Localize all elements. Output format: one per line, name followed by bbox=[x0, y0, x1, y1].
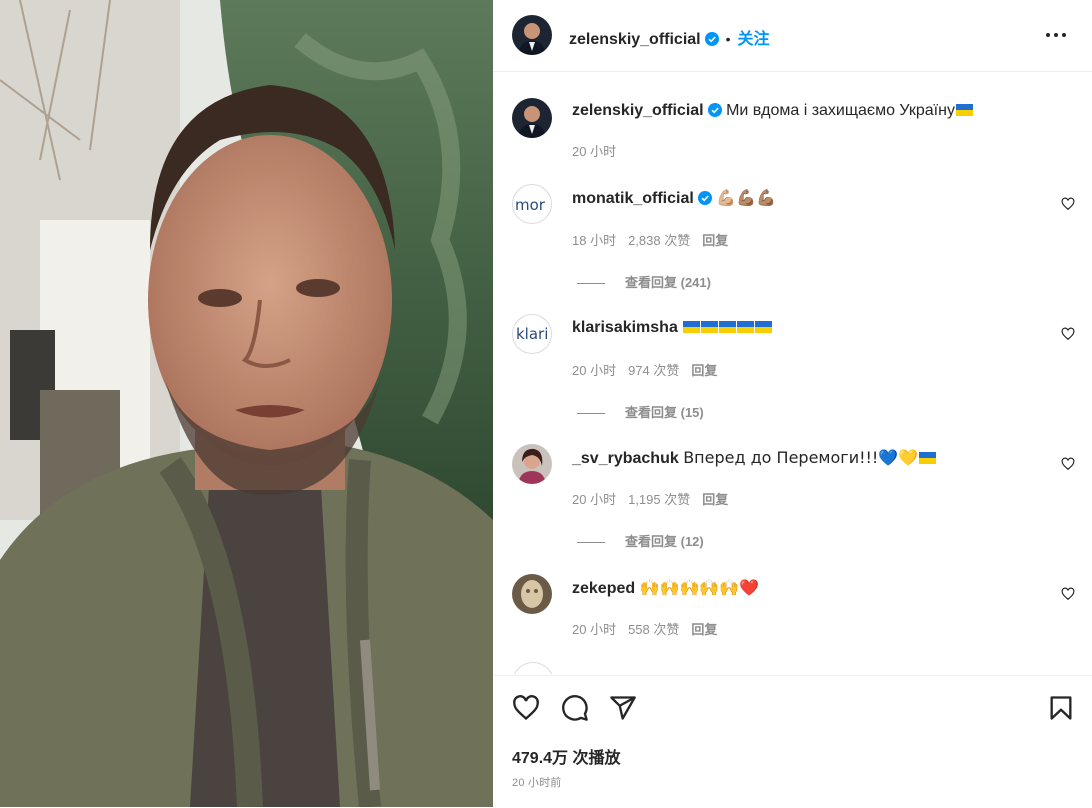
comments-section[interactable]: zelenskiy_official Ми вдома і захищаємо … bbox=[493, 72, 1092, 674]
author-avatar[interactable] bbox=[512, 15, 552, 55]
comment-likes[interactable]: 1,195 次赞 bbox=[628, 492, 690, 507]
verified-badge-icon bbox=[697, 191, 712, 205]
author-username[interactable]: zelenskiy_official bbox=[569, 31, 701, 48]
caption-time: 20 小时 bbox=[572, 144, 617, 159]
share-send-icon[interactable] bbox=[609, 694, 637, 722]
view-replies-button[interactable]: 查看回复 (241) bbox=[577, 272, 711, 291]
comment-likes[interactable]: 2,838 次赞 bbox=[628, 233, 690, 248]
commenter-username[interactable]: zekeped bbox=[572, 580, 635, 597]
commenter-username[interactable]: klarisakimsha bbox=[572, 319, 678, 336]
ukraine-flag-icon bbox=[755, 321, 773, 333]
separator-dot: • bbox=[725, 31, 731, 47]
like-comment-heart-icon[interactable] bbox=[1061, 327, 1075, 341]
reply-button[interactable]: 回复 bbox=[691, 363, 717, 378]
play-count[interactable]: 479.4万 次播放 bbox=[512, 744, 621, 768]
save-bookmark-icon[interactable] bbox=[1047, 694, 1075, 722]
ukraine-flag-icon bbox=[701, 321, 719, 333]
ukraine-flag-icon bbox=[955, 104, 973, 116]
comment-time: 20 小时 bbox=[572, 363, 617, 378]
commenter-avatar[interactable]: mor bbox=[512, 184, 552, 224]
caption-username[interactable]: zelenskiy_official bbox=[572, 102, 704, 119]
caption-text: Ми вдома і захищаємо Україну bbox=[726, 102, 955, 119]
reply-button[interactable]: 回复 bbox=[691, 622, 717, 637]
post-header: zelenskiy_official • 关注 bbox=[493, 0, 1092, 72]
commenter-avatar[interactable] bbox=[512, 574, 552, 614]
post-detail-panel: zelenskiy_official • 关注 zelenskiy_official… bbox=[493, 0, 1092, 807]
like-comment-heart-icon[interactable] bbox=[1061, 457, 1075, 471]
commenter-avatar[interactable] bbox=[512, 444, 552, 484]
commenter-avatar[interactable]: klari bbox=[512, 314, 552, 354]
ukraine-flag-icon bbox=[719, 321, 737, 333]
comment-time: 18 小时 bbox=[572, 233, 617, 248]
verified-badge-icon bbox=[707, 103, 722, 117]
ukraine-flag-icon bbox=[919, 452, 937, 464]
avatar-text: klari bbox=[516, 325, 549, 343]
verified-badge-icon bbox=[704, 32, 719, 46]
comment-text: Вперед до Перемоги!!!💙💛 bbox=[683, 448, 919, 467]
comment-text: 🙌🙌🙌🙌🙌❤️ bbox=[639, 578, 760, 597]
comment-likes[interactable]: 558 次赞 bbox=[628, 622, 679, 637]
commenter-avatar[interactable] bbox=[512, 662, 554, 674]
like-heart-icon[interactable] bbox=[512, 694, 540, 722]
view-replies-button[interactable]: 查看回复 (12) bbox=[577, 531, 704, 550]
commenter-username[interactable]: _sv_rybachuk bbox=[572, 450, 679, 467]
caption-avatar[interactable] bbox=[512, 98, 552, 138]
reply-button[interactable]: 回复 bbox=[702, 233, 728, 248]
comment-time: 20 小时 bbox=[572, 492, 617, 507]
post-timestamp: 20 小时前 bbox=[512, 777, 562, 789]
comment-bubble-icon[interactable] bbox=[561, 694, 589, 722]
avatar-text: mor bbox=[515, 196, 545, 214]
view-replies-button[interactable]: 查看回复 (15) bbox=[577, 402, 704, 421]
like-comment-heart-icon[interactable] bbox=[1061, 197, 1075, 211]
reply-button[interactable]: 回复 bbox=[702, 492, 728, 507]
ukraine-flags bbox=[682, 319, 773, 336]
ukraine-flag-icon bbox=[737, 321, 755, 333]
video-frame bbox=[0, 0, 493, 807]
more-options-icon[interactable] bbox=[1044, 25, 1068, 45]
comment-item-partial bbox=[493, 662, 1092, 674]
follow-button[interactable]: 关注 bbox=[738, 31, 770, 48]
ukraine-flag-icon bbox=[683, 321, 701, 333]
comment-likes[interactable]: 974 次赞 bbox=[628, 363, 679, 378]
post-video[interactable] bbox=[0, 0, 493, 807]
like-comment-heart-icon[interactable] bbox=[1061, 587, 1075, 601]
comment-text: 💪🏼💪🏽💪🏽 bbox=[716, 188, 777, 207]
comment-time: 20 小时 bbox=[572, 622, 617, 637]
post-actions-bar: 479.4万 次播放 20 小时前 bbox=[493, 675, 1092, 808]
commenter-username[interactable]: monatik_official bbox=[572, 190, 694, 207]
